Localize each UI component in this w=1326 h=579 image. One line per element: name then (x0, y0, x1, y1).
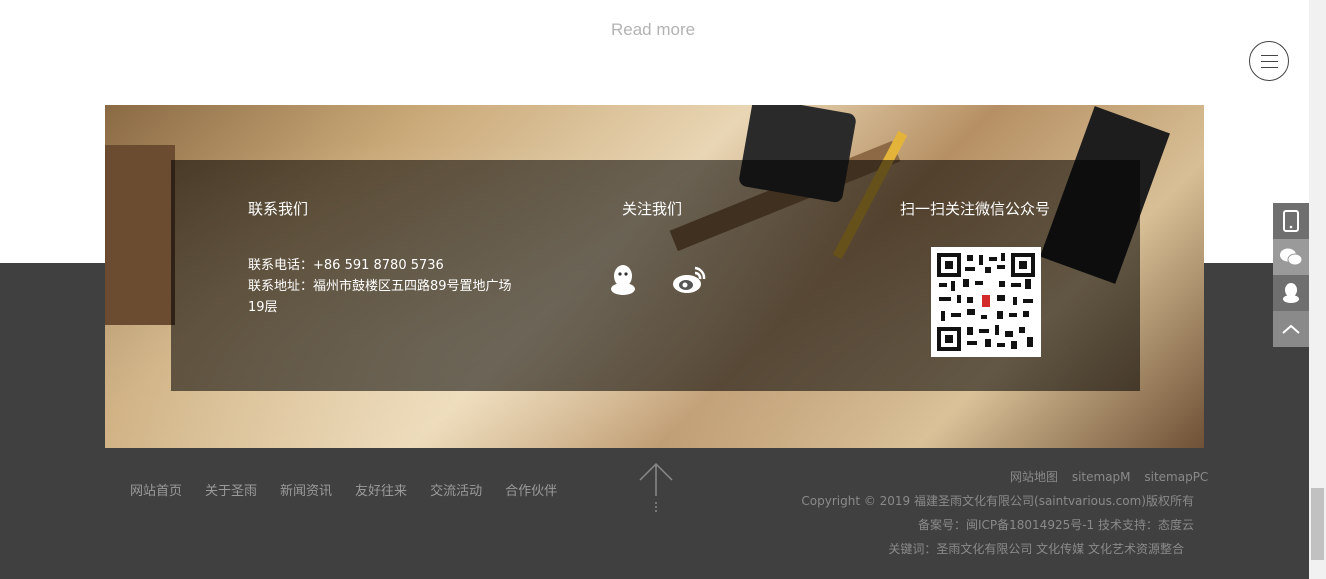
nav-item-friends[interactable]: 友好往来 (355, 480, 407, 499)
nav-item-news[interactable]: 新闻资讯 (280, 480, 332, 499)
qq-icon (1283, 283, 1299, 303)
footer-nav: 网站首页 关于圣雨 新闻资讯 友好往来 交流活动 合作伙伴 (130, 480, 580, 499)
wechat-icon (1280, 248, 1303, 266)
menu-line-icon (1261, 67, 1278, 68)
side-toolbar (1273, 203, 1309, 347)
back-to-top-button[interactable] (1273, 311, 1309, 347)
nav-item-partners[interactable]: 合作伙伴 (505, 480, 557, 499)
copyright-text: Copyright © 2019 福建圣雨文化有限公司(saintvarious… (801, 494, 1194, 508)
menu-line-icon (1261, 61, 1278, 62)
wechat-title: 扫一扫关注微信公众号 (900, 200, 1051, 218)
sitemap-pc-link[interactable]: sitemapPC (1144, 470, 1208, 484)
sitemap-link[interactable]: 网站地图 (1010, 470, 1058, 484)
icp-text: 备案号：闽ICP备18014925号-1 技术支持：态度云 (917, 518, 1194, 532)
contact-panel: 联系我们 联系电话：+86 591 8780 5736 联系地址：福州市鼓楼区五… (171, 160, 1140, 391)
arrow-up-icon (639, 462, 673, 512)
read-more-link[interactable]: Read more (611, 20, 695, 40)
wechat-qr-code (931, 247, 1041, 357)
qq-button[interactable] (1273, 275, 1309, 311)
contact-title: 联系我们 (248, 200, 309, 218)
weibo-icon[interactable] (671, 262, 707, 298)
scroll-up-arrow[interactable] (638, 458, 674, 514)
wechat-button[interactable] (1273, 239, 1309, 275)
nav-item-events[interactable]: 交流活动 (430, 480, 482, 499)
back-to-top-icon (1282, 324, 1300, 334)
qq-icon[interactable] (605, 262, 641, 298)
keywords-text: 关键词：圣雨文化有限公司 文化传媒 文化艺术资源整合 (888, 542, 1184, 556)
menu-line-icon (1261, 55, 1278, 56)
sitemap-links: 网站地图 sitemapM sitemapPC (1010, 468, 1218, 485)
contact-phone: 联系电话：+86 591 8780 5736 (248, 258, 444, 273)
scrollbar-thumb[interactable] (1311, 488, 1324, 560)
nav-item-about[interactable]: 关于圣雨 (205, 480, 257, 499)
phone-button[interactable] (1273, 203, 1309, 239)
sitemap-m-link[interactable]: sitemapM (1072, 470, 1131, 484)
contact-address: 联系地址：福州市鼓楼区五四路89号置地广场19层 (248, 279, 512, 315)
menu-button[interactable] (1249, 41, 1289, 81)
phone-icon (1283, 210, 1299, 232)
follow-title: 关注我们 (622, 200, 683, 218)
nav-item-home[interactable]: 网站首页 (130, 480, 182, 499)
